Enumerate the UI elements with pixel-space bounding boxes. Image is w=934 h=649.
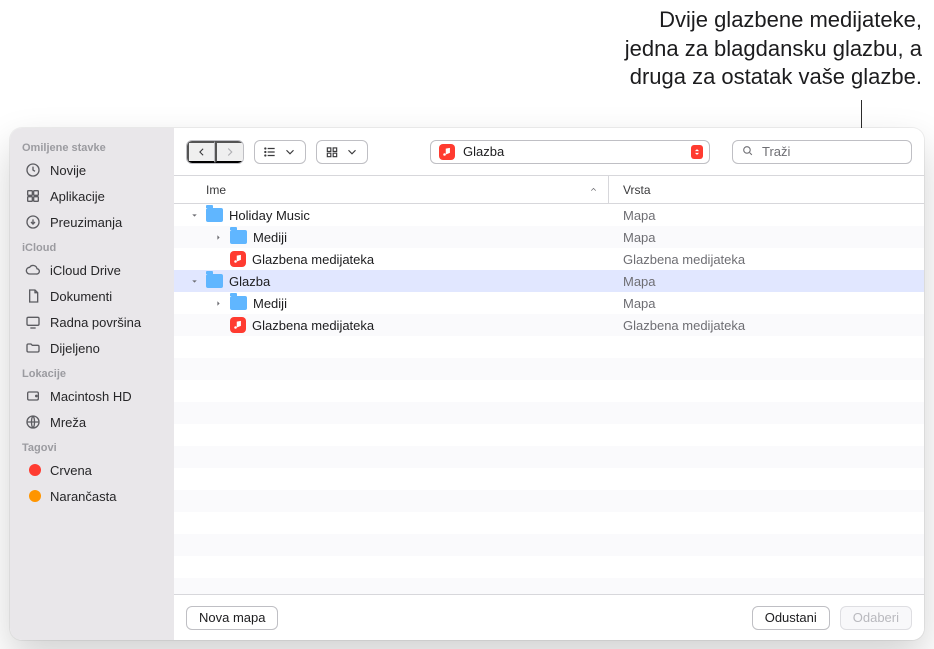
file-name: Holiday Music	[229, 208, 310, 223]
tag-dot-orange-icon	[24, 487, 42, 505]
choose-label: Odaberi	[853, 610, 899, 625]
chevron-down-icon[interactable]	[188, 275, 200, 287]
desktop-icon	[24, 313, 42, 331]
folder-icon	[206, 208, 223, 222]
callout-text: Dvije glazbene medijateke, jedna za blag…	[462, 6, 922, 92]
new-folder-label: Nova mapa	[199, 610, 265, 625]
sidebar-title-favorites: Omiljene stavke	[22, 142, 166, 154]
group-by-button[interactable]	[316, 140, 368, 164]
disk-icon	[24, 387, 42, 405]
view-list-button[interactable]	[254, 140, 306, 164]
file-list: Holiday Music Mapa Mediji Mapa	[174, 204, 924, 594]
finder-window: Omiljene stavke Novije Aplikacije Preuzi…	[10, 128, 924, 640]
nav-forward-button[interactable]	[215, 141, 243, 163]
toolbar: Glazba	[174, 128, 924, 176]
music-library-icon	[230, 317, 246, 333]
folder-icon	[230, 296, 247, 310]
doc-icon	[24, 287, 42, 305]
chevron-down-icon[interactable]	[188, 209, 200, 221]
sidebar-item-label: Dijeljeno	[50, 341, 100, 356]
tag-dot-red-icon	[24, 461, 42, 479]
nav-buttons	[186, 140, 244, 164]
dialog-footer: Nova mapa Odustani Odaberi	[174, 594, 924, 640]
table-row[interactable]: Glazbena medijateka Glazbena medijateka	[174, 314, 924, 336]
file-name: Mediji	[253, 296, 287, 311]
callout-line-1: Dvije glazbene medijateke,	[462, 6, 922, 35]
sidebar-item-label: Macintosh HD	[50, 389, 132, 404]
sidebar-title-tags: Tagovi	[22, 442, 166, 454]
sidebar-item-documents[interactable]: Dokumenti	[20, 284, 168, 308]
sidebar-item-label: Mreža	[50, 415, 86, 430]
column-kind-header[interactable]: Vrsta	[623, 183, 651, 197]
file-kind: Glazbena medijateka	[608, 252, 924, 267]
table-row[interactable]: Glazbena medijateka Glazbena medijateka	[174, 248, 924, 270]
shared-folder-icon	[24, 339, 42, 357]
music-library-icon	[230, 251, 246, 267]
folder-icon	[206, 274, 223, 288]
apps-icon	[24, 187, 42, 205]
column-headers: Ime Vrsta	[174, 176, 924, 204]
file-name: Glazbena medijateka	[252, 318, 374, 333]
callout-line-3: druga za ostatak vaše glazbe.	[462, 63, 922, 92]
sidebar-item-desktop[interactable]: Radna površina	[20, 310, 168, 334]
sidebar-item-label: Crvena	[50, 463, 92, 478]
file-kind: Mapa	[608, 296, 924, 311]
path-popup[interactable]: Glazba	[430, 140, 710, 164]
table-row[interactable]: Mediji Mapa	[174, 292, 924, 314]
chevron-right-icon[interactable]	[212, 231, 224, 243]
nav-back-button[interactable]	[187, 141, 215, 163]
chevron-down-icon	[345, 145, 359, 159]
sort-indicator	[589, 185, 608, 194]
callout-line-2: jedna za blagdansku glazbu, a	[462, 35, 922, 64]
sidebar-item-label: Radna površina	[50, 315, 141, 330]
sidebar-item-downloads[interactable]: Preuzimanja	[20, 210, 168, 234]
column-name-header[interactable]: Ime	[206, 183, 226, 197]
table-row[interactable]: Glazba Mapa	[174, 270, 924, 292]
cancel-button[interactable]: Odustani	[752, 606, 830, 630]
file-name: Glazba	[229, 274, 270, 289]
sidebar-item-network[interactable]: Mreža	[20, 410, 168, 434]
sidebar-item-label: Dokumenti	[50, 289, 112, 304]
updown-icon	[691, 145, 703, 159]
new-folder-button[interactable]: Nova mapa	[186, 606, 278, 630]
sidebar-item-icloud-drive[interactable]: iCloud Drive	[20, 258, 168, 282]
search-icon	[741, 144, 754, 160]
table-row[interactable]: Holiday Music Mapa	[174, 204, 924, 226]
search-box[interactable]	[732, 140, 912, 164]
folder-icon	[230, 230, 247, 244]
globe-icon	[24, 413, 42, 431]
sidebar-item-recents[interactable]: Novije	[20, 158, 168, 182]
sidebar-title-icloud: iCloud	[22, 242, 166, 254]
sidebar-item-label: Preuzimanja	[50, 215, 122, 230]
sidebar-title-locations: Lokacije	[22, 368, 166, 380]
sidebar-tag-red[interactable]: Crvena	[20, 458, 168, 482]
sidebar-item-label: iCloud Drive	[50, 263, 121, 278]
clock-icon	[24, 161, 42, 179]
chevron-down-icon	[283, 145, 297, 159]
download-icon	[24, 213, 42, 231]
sidebar-tag-orange[interactable]: Narančasta	[20, 484, 168, 508]
cloud-icon	[24, 261, 42, 279]
sidebar-item-label: Aplikacije	[50, 189, 105, 204]
file-kind: Mapa	[608, 274, 924, 289]
search-input[interactable]	[760, 143, 903, 160]
main-panel: Glazba Ime	[174, 128, 924, 640]
table-row[interactable]: Mediji Mapa	[174, 226, 924, 248]
file-name: Glazbena medijateka	[252, 252, 374, 267]
chevron-right-icon[interactable]	[212, 297, 224, 309]
cancel-label: Odustani	[765, 610, 817, 625]
file-kind: Mapa	[608, 208, 924, 223]
music-icon	[439, 144, 455, 160]
file-name: Mediji	[253, 230, 287, 245]
sidebar-item-applications[interactable]: Aplikacije	[20, 184, 168, 208]
sidebar-item-label: Narančasta	[50, 489, 116, 504]
sidebar-item-macintosh-hd[interactable]: Macintosh HD	[20, 384, 168, 408]
sidebar-item-shared[interactable]: Dijeljeno	[20, 336, 168, 360]
sidebar: Omiljene stavke Novije Aplikacije Preuzi…	[10, 128, 174, 640]
path-popup-label: Glazba	[463, 144, 504, 159]
file-kind: Mapa	[608, 230, 924, 245]
choose-button[interactable]: Odaberi	[840, 606, 912, 630]
sidebar-item-label: Novije	[50, 163, 86, 178]
file-kind: Glazbena medijateka	[608, 318, 924, 333]
